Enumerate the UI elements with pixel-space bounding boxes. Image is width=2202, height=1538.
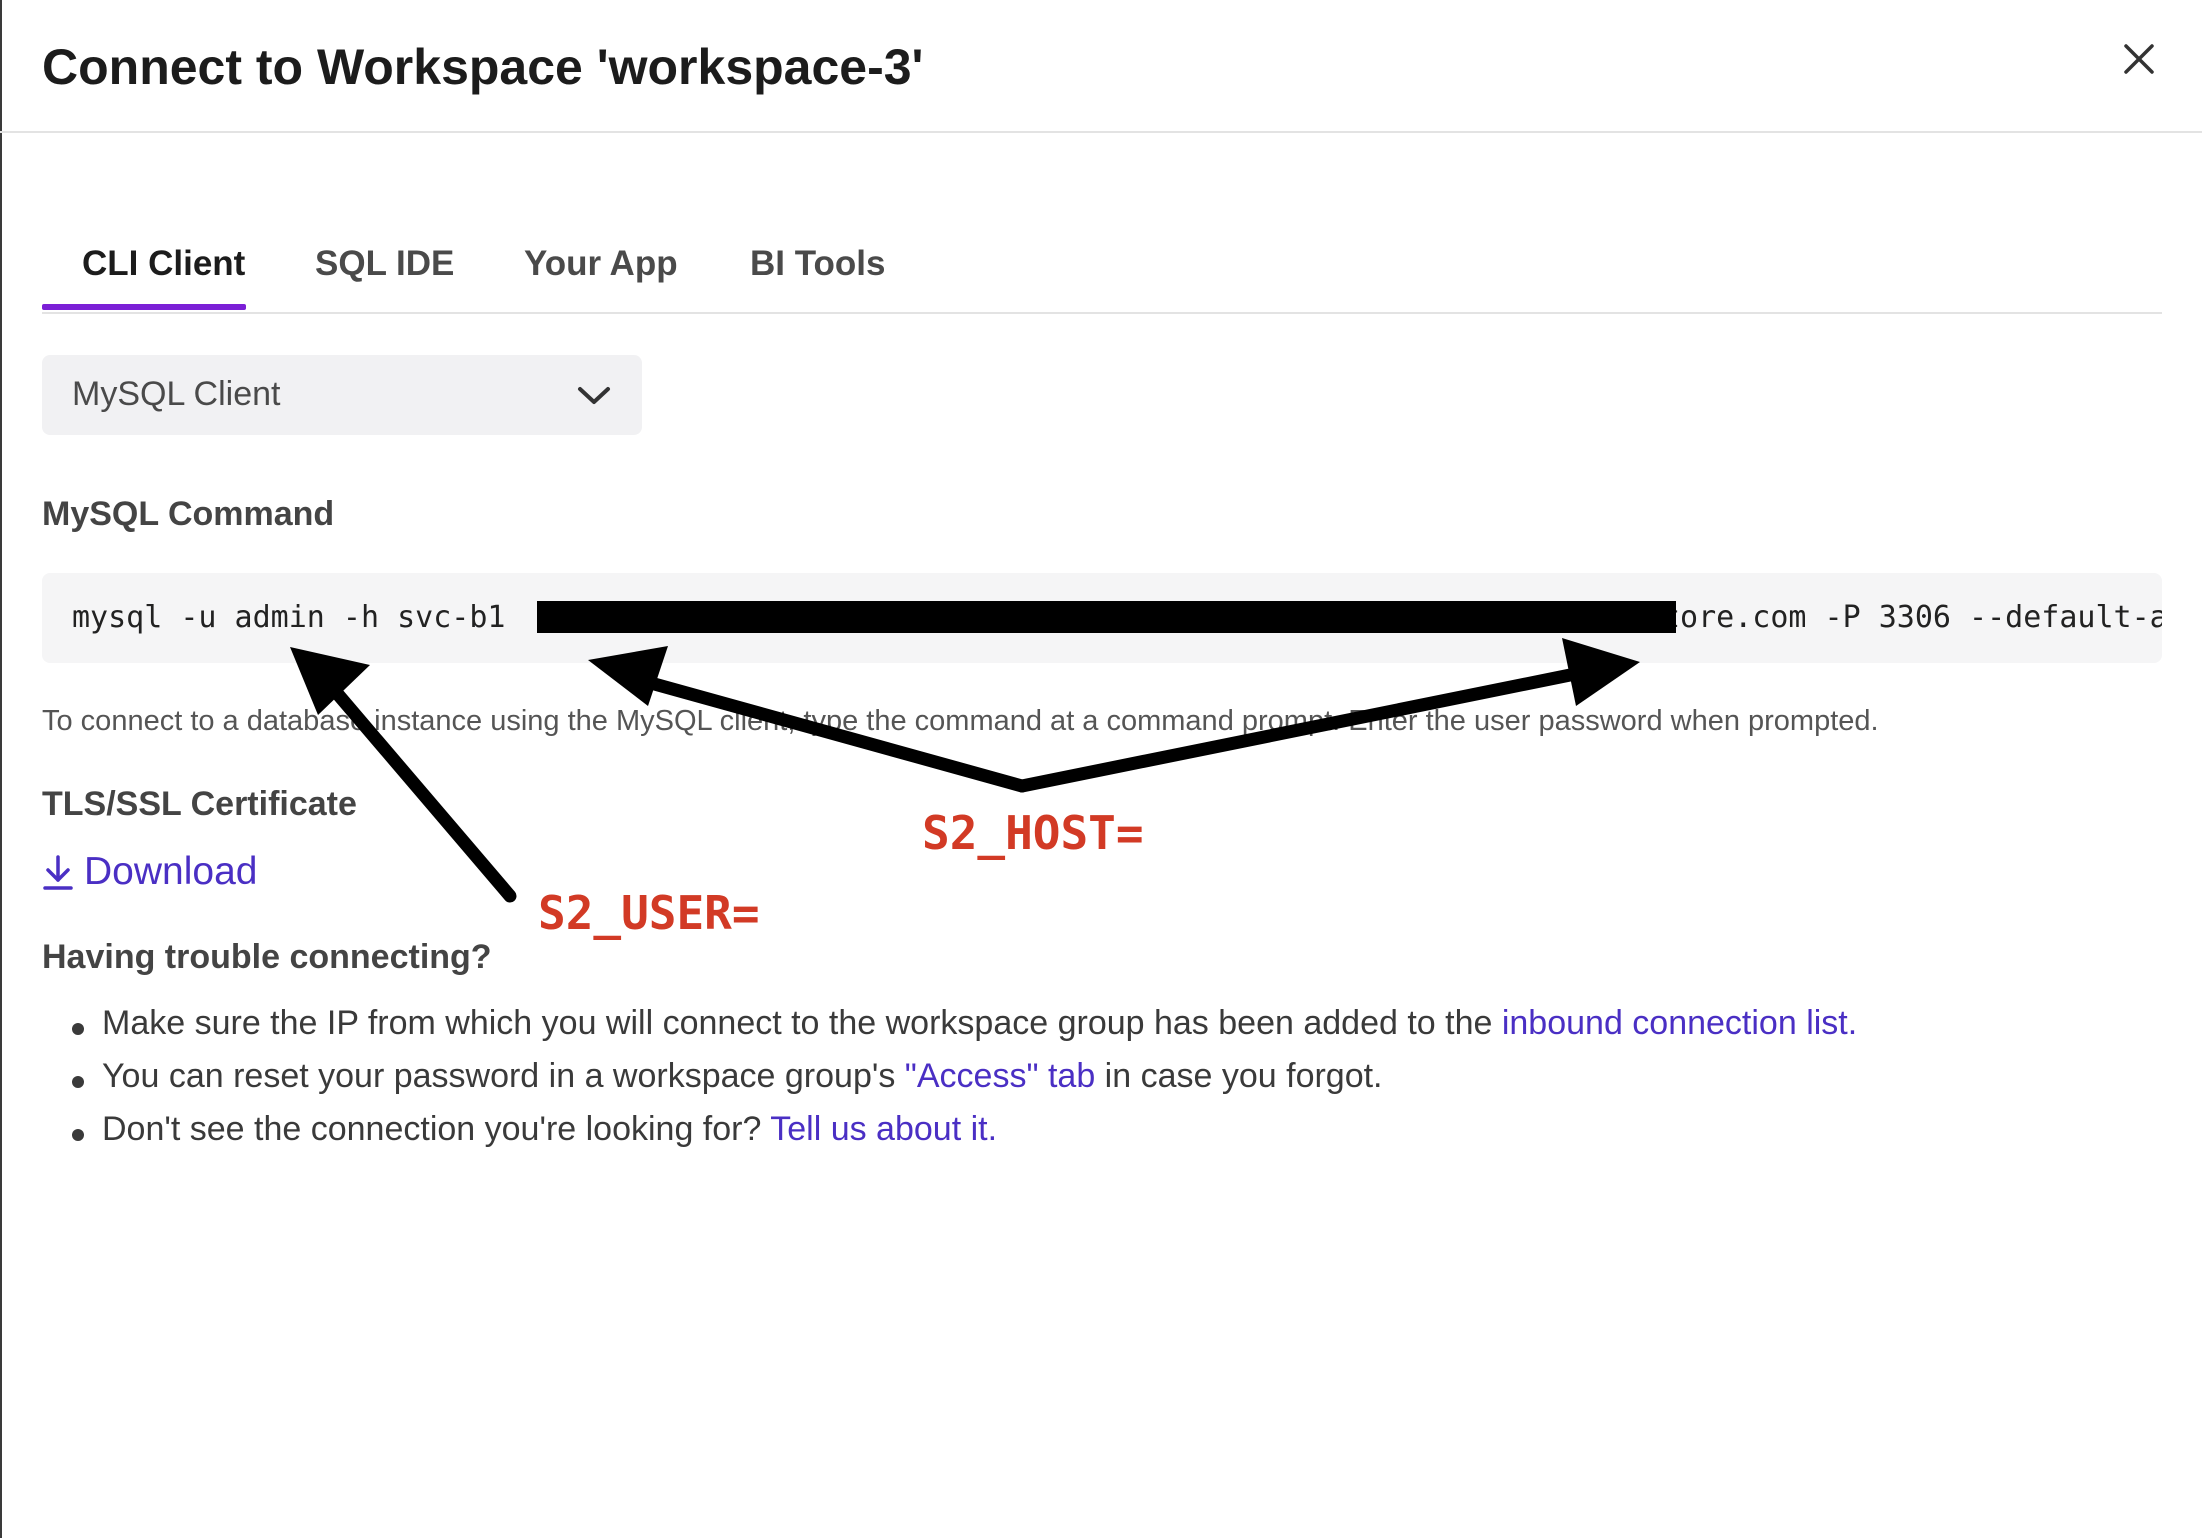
connect-dialog: Connect to Workspace 'workspace-3' CLI C… (0, 0, 2202, 1538)
list-item: Make sure the IP from which you will con… (72, 1004, 1857, 1057)
access-tab-link[interactable]: "Access" tab (905, 1057, 1095, 1095)
bullet-dot (72, 1129, 84, 1141)
bullet-dot (72, 1076, 84, 1088)
list-item-text: Don't see the connection you're looking … (102, 1110, 771, 1148)
chevron-down-icon (578, 387, 610, 404)
help-text: To connect to a database instance using … (42, 705, 1879, 737)
bullet-dot (72, 1023, 84, 1035)
close-button[interactable] (2114, 34, 2164, 84)
trouble-list: Make sure the IP from which you will con… (72, 1004, 1857, 1163)
download-label: Download (84, 850, 258, 893)
tab-sql-ide[interactable]: SQL IDE (315, 244, 454, 284)
user-arrow (290, 647, 517, 903)
list-item-text: Make sure the IP from which you will con… (102, 1004, 1502, 1042)
active-tab-indicator (42, 304, 246, 310)
list-item: You can reset your password in a workspa… (72, 1057, 1857, 1110)
redaction-bar (537, 601, 1676, 633)
command-prefix: mysql -u admin -h svc-b1 (72, 600, 506, 635)
command-suffix: tore.com -P 3306 --default-auth (1662, 600, 2162, 635)
dialog-header: Connect to Workspace 'workspace-3' (0, 0, 2202, 133)
list-item: Don't see the connection you're looking … (72, 1110, 1857, 1163)
list-item-text: You can reset your password in a workspa… (102, 1057, 905, 1095)
connection-tabs: CLI Client SQL IDE Your App BI Tools (42, 226, 2162, 314)
window-edge (0, 0, 2, 1538)
certificate-label: TLS/SSL Certificate (42, 785, 357, 823)
client-select[interactable]: MySQL Client (42, 355, 642, 435)
download-icon (43, 855, 73, 890)
tab-cli-client[interactable]: CLI Client (82, 244, 245, 284)
client-select-value: MySQL Client (72, 375, 281, 413)
list-item-text: in case you forgot. (1095, 1057, 1383, 1095)
command-box[interactable]: mysql -u admin -h svc-b1 tore.com -P 330… (42, 573, 2162, 663)
tab-your-app[interactable]: Your App (524, 244, 678, 284)
download-link[interactable]: Download (42, 848, 257, 896)
tell-us-link[interactable]: Tell us about it. (770, 1110, 997, 1148)
dialog-title: Connect to Workspace 'workspace-3' (42, 39, 924, 95)
host-annotation: S2_HOST= (922, 806, 1144, 860)
command-label: MySQL Command (42, 495, 335, 533)
tab-bi-tools[interactable]: BI Tools (750, 244, 885, 284)
trouble-heading: Having trouble connecting? (42, 938, 492, 976)
inbound-connection-link[interactable]: inbound connection list. (1502, 1004, 1857, 1042)
command-text: mysql -u admin -h svc-b1 tore.com -P 330… (72, 600, 2162, 663)
close-icon (2124, 44, 2154, 74)
user-annotation: S2_USER= (538, 886, 760, 940)
